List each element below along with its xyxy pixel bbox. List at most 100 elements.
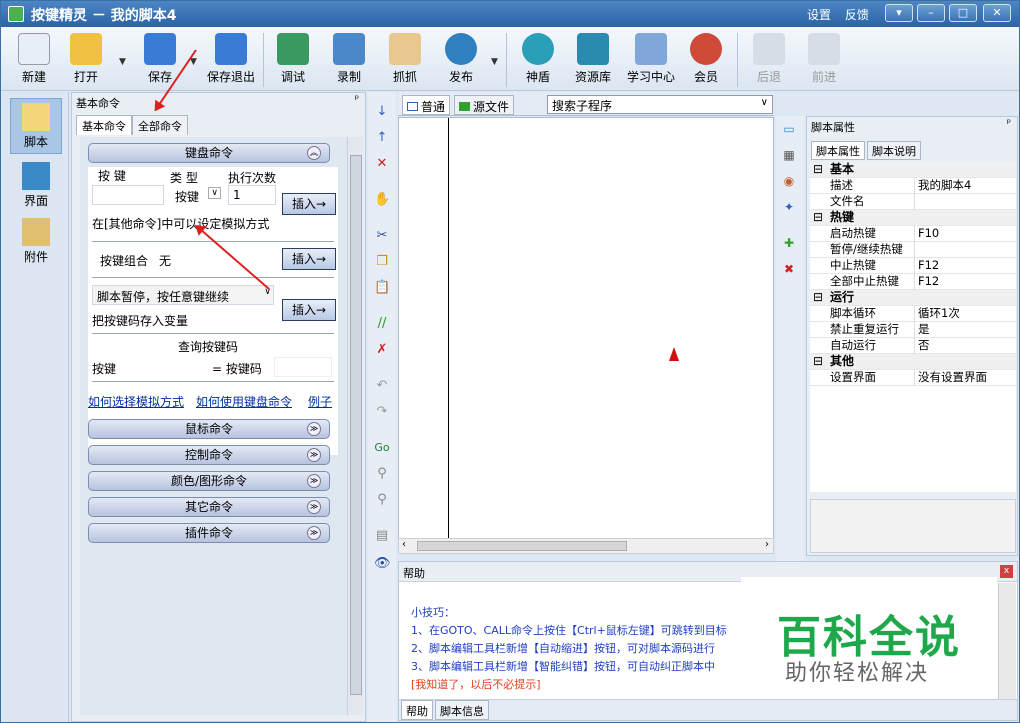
close-button[interactable]: ✕	[983, 4, 1011, 22]
menu-dropdown-button[interactable]: ▾	[885, 4, 913, 22]
tab-normal-label: 普通	[421, 100, 446, 114]
combo-field[interactable]: 无	[154, 249, 274, 269]
property-row[interactable]: 全部中止热键 F12	[810, 274, 1016, 290]
close-icon[interactable]: x	[1000, 565, 1013, 578]
subroutine-search-select[interactable]: 搜索子程序 ∨	[547, 95, 773, 114]
property-row[interactable]: 描述 我的脚本4	[810, 178, 1016, 194]
goto-icon[interactable]: Go	[374, 440, 390, 456]
tab-basic-commands[interactable]: 基本命令	[76, 115, 132, 135]
member-button[interactable]: 会员	[681, 33, 731, 85]
publish-button[interactable]: 发布	[436, 33, 486, 85]
help-link-example[interactable]: 例子	[308, 393, 332, 410]
property-row[interactable]: 设置界面 没有设置界面	[810, 370, 1016, 386]
mouse-group-header[interactable]: 鼠标命令 ≫	[88, 419, 330, 439]
property-row[interactable]: 自动运行 否	[810, 338, 1016, 354]
record-button[interactable]: 录制	[324, 33, 374, 85]
property-row[interactable]: 文件名	[810, 194, 1016, 210]
comment-icon[interactable]: //	[374, 316, 390, 332]
insert-pause-button[interactable]: 插入→	[282, 299, 336, 321]
property-row[interactable]: 中止热键 F12	[810, 258, 1016, 274]
open-button[interactable]: 打开	[61, 33, 111, 85]
pin-icon[interactable]: ᵖ	[355, 94, 359, 105]
learning-center-button[interactable]: 学习中心	[623, 33, 679, 85]
property-row[interactable]: 暂停/继续热键	[810, 242, 1016, 258]
key-input[interactable]	[92, 185, 164, 205]
hand-icon[interactable]: ✋	[374, 192, 390, 208]
type-select[interactable]: 按键 ∨	[170, 185, 224, 205]
bug-icon[interactable]: ✦	[781, 200, 797, 216]
open-dropdown-icon[interactable]: ▼	[119, 57, 126, 67]
pin-icon[interactable]: ᵖ	[1007, 118, 1011, 129]
property-row[interactable]: 禁止重复运行 是	[810, 322, 1016, 338]
calculator-icon[interactable]: ▦	[781, 148, 797, 164]
tab-script-properties[interactable]: 脚本属性	[811, 141, 865, 160]
tab-normal[interactable]: 普通	[402, 95, 451, 115]
cut-icon[interactable]: ✂	[374, 228, 390, 244]
insert-key-button[interactable]: 插入→	[282, 193, 336, 215]
nav-script[interactable]: 脚本	[10, 98, 62, 154]
tab-script-description[interactable]: 脚本说明	[867, 141, 921, 160]
plugin-group-header[interactable]: 插件命令 ≫	[88, 523, 330, 543]
grab-button[interactable]: 抓抓	[380, 33, 430, 85]
publish-dropdown-icon[interactable]: ▼	[491, 57, 498, 67]
uncomment-icon[interactable]: ✗	[374, 342, 390, 358]
palette-icon[interactable]: ◉	[781, 174, 797, 190]
format-icon[interactable]: ▤	[374, 528, 390, 544]
settings-link[interactable]: 设置	[807, 8, 831, 22]
back-button[interactable]: 后退	[744, 33, 794, 85]
copy-icon[interactable]: ❐	[374, 254, 390, 270]
tab-help[interactable]: 帮助	[401, 700, 433, 720]
nav-attachment[interactable]: 附件	[10, 214, 62, 270]
forward-button[interactable]: 前进	[799, 33, 849, 85]
tab-all-commands[interactable]: 全部命令	[132, 115, 188, 135]
property-row[interactable]: 脚本循环 循环1次	[810, 306, 1016, 322]
color-graphics-group-header[interactable]: 颜色/图形命令 ≫	[88, 471, 330, 491]
minimize-button[interactable]: –	[917, 4, 945, 22]
scroll-left-icon[interactable]: ‹	[402, 539, 406, 550]
insert-combo-button[interactable]: 插入→	[282, 248, 336, 270]
scroll-right-icon[interactable]: ›	[765, 539, 769, 550]
other-group-header[interactable]: 其它命令 ≫	[88, 497, 330, 517]
count-input[interactable]: 1	[228, 185, 276, 205]
scroll-thumb[interactable]	[350, 155, 362, 695]
find-icon[interactable]: ⚲	[374, 466, 390, 482]
feedback-link[interactable]: 反馈	[845, 8, 869, 22]
paste-icon[interactable]: 📋	[374, 280, 390, 296]
tab-source[interactable]: 源文件	[454, 95, 515, 115]
redo-icon[interactable]: ↷	[374, 404, 390, 420]
shield-button[interactable]: 神盾	[513, 33, 563, 85]
script-editor[interactable]	[398, 117, 774, 539]
pause-select[interactable]: 脚本暂停，按任意键继续 ∨	[92, 285, 274, 305]
move-up-icon[interactable]: ↑	[374, 130, 390, 146]
add-tool-icon[interactable]: ✚	[781, 236, 797, 252]
help-scrollbar[interactable]	[998, 583, 1016, 699]
resource-library-button[interactable]: 资源库	[568, 33, 618, 85]
property-category[interactable]: ⊟ 热键	[810, 210, 1016, 226]
property-category[interactable]: ⊟ 基本	[810, 162, 1016, 178]
debug-button[interactable]: 调试	[268, 33, 318, 85]
keyboard-group-header[interactable]: 键盘命令 ︽	[88, 143, 330, 163]
command-scrollbar[interactable]	[347, 137, 363, 715]
help-link-keyboard[interactable]: 如何使用键盘命令	[196, 393, 292, 410]
property-category[interactable]: ⊟ 运行	[810, 290, 1016, 306]
remove-tool-icon[interactable]: ✖	[781, 262, 797, 278]
move-down-icon[interactable]: ↓	[374, 104, 390, 120]
hscroll-thumb[interactable]	[417, 541, 627, 551]
dismiss-tip-link[interactable]: [我知道了，以后不必提示]	[411, 676, 541, 692]
view-icon[interactable]: 👁	[374, 556, 391, 572]
property-row[interactable]: 启动热键 F10	[810, 226, 1016, 242]
undo-icon[interactable]: ↶	[374, 378, 390, 394]
control-group-header[interactable]: 控制命令 ≫	[88, 445, 330, 465]
new-button[interactable]: 新建	[9, 33, 59, 85]
editor-hscrollbar[interactable]: ‹ ›	[398, 538, 774, 554]
tab-script-info[interactable]: 脚本信息	[435, 700, 489, 720]
query-key-input[interactable]	[124, 357, 208, 377]
property-category[interactable]: ⊟ 其他	[810, 354, 1016, 370]
property-page-icon[interactable]: ▭	[781, 122, 797, 138]
nav-interface[interactable]: 界面	[10, 158, 62, 214]
save-exit-button[interactable]: 保存退出	[203, 33, 259, 85]
replace-icon[interactable]: ⚲	[374, 492, 390, 508]
maximize-button[interactable]: □	[949, 4, 977, 22]
help-link-simulation[interactable]: 如何选择模拟方式	[88, 393, 184, 410]
delete-icon[interactable]: ✕	[374, 156, 390, 172]
